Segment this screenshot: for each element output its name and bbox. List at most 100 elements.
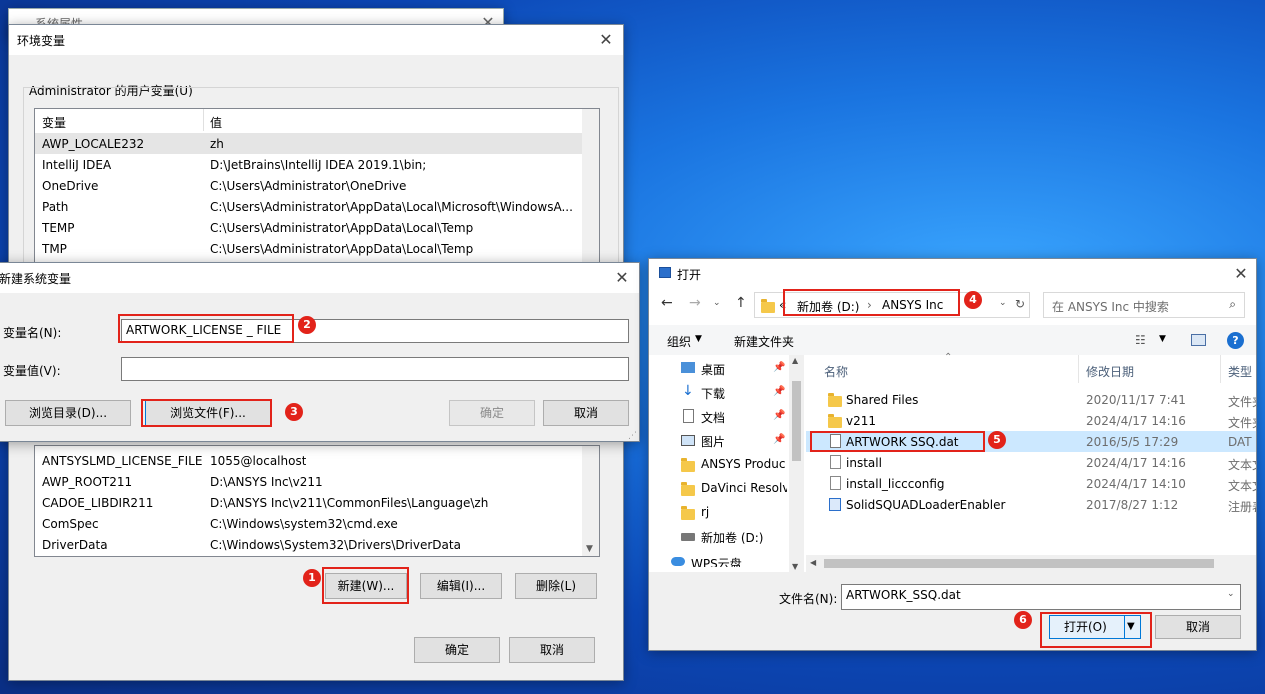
scroll-up-icon[interactable]: ▲ [792, 356, 798, 365]
file-name[interactable]: install [846, 456, 882, 470]
pin-icon[interactable]: 📌 [773, 362, 785, 373]
column-header-type[interactable]: 类型 [1228, 363, 1252, 380]
delete-variable-button[interactable]: 删除(L) [515, 573, 597, 599]
breadcrumb-overflow[interactable]: « [779, 298, 786, 312]
preview-pane-icon[interactable] [1191, 334, 1206, 346]
search-icon[interactable]: ⌕ [1229, 297, 1236, 312]
chevron-down-icon[interactable]: ⌄ [999, 298, 1007, 308]
user-var-name[interactable]: AWP_LOCALE232 [42, 137, 144, 151]
pin-icon[interactable]: 📌 [773, 410, 785, 421]
system-var-value[interactable]: D:\ANSYS Inc\v211\CommonFiles\Language\z… [210, 496, 488, 510]
env-cancel-button[interactable]: 取消 [509, 637, 595, 663]
user-vars-scrollbar[interactable] [582, 109, 599, 267]
nav-item-wps-cloud[interactable]: WPS云盘 [691, 555, 742, 567]
search-box[interactable]: 在 ANSYS Inc 中搜索 ⌕ [1043, 292, 1245, 318]
nav-item-pictures[interactable]: 图片 [701, 433, 725, 450]
nav-item-desktop[interactable]: 桌面 [701, 361, 725, 378]
filename-input[interactable]: ARTWORK_SSQ.dat [841, 584, 1241, 610]
user-var-value[interactable]: C:\Users\Administrator\AppData\Local\Tem… [210, 242, 473, 256]
nav-item-documents[interactable]: 文档 [701, 409, 725, 426]
pin-icon[interactable]: 📌 [773, 386, 785, 397]
scroll-down-icon[interactable]: ▼ [792, 562, 798, 571]
user-var-name[interactable]: Path [42, 200, 68, 214]
organize-menu[interactable]: 组织 [667, 333, 691, 350]
system-var-name[interactable]: ComSpec [42, 517, 99, 531]
open-button[interactable]: 打开(O) ▼ [1049, 615, 1141, 639]
recent-chevron-icon[interactable]: ⌄ [713, 298, 721, 308]
scroll-left-icon[interactable]: ◀ [810, 558, 816, 567]
file-name[interactable]: Shared Files [846, 393, 918, 407]
nav-item-rj[interactable]: rj [701, 505, 709, 519]
nav-item-ansys[interactable]: ANSYS Produc [701, 457, 787, 471]
nav-item-drive-d[interactable]: 新加卷 (D:) [701, 529, 763, 546]
chevron-down-icon[interactable]: ▼ [1127, 616, 1135, 638]
system-var-name[interactable]: CADOE_LIBDIR211 [42, 496, 153, 510]
system-var-name[interactable]: DriverData [42, 538, 108, 552]
user-var-value[interactable]: C:\Users\Administrator\AppData\Local\Mic… [210, 200, 576, 214]
column-header-variable[interactable]: 变量 [42, 114, 66, 131]
column-header-name[interactable]: 名称 [824, 363, 848, 380]
variable-value-input[interactable] [121, 357, 629, 381]
forward-arrow-icon[interactable]: → [689, 295, 701, 311]
up-arrow-icon[interactable]: ↑ [735, 295, 747, 311]
scroll-down-icon[interactable]: ▼ [586, 544, 593, 554]
new-var-ok-button[interactable]: 确定 [449, 400, 535, 426]
new-system-variable-dialog: 新建系统变量 ✕ 变量名(N): ARTWORK_LICENSE _ FILE … [0, 262, 640, 442]
user-var-name[interactable]: OneDrive [42, 179, 98, 193]
breadcrumb-drive[interactable]: 新加卷 (D:) [797, 298, 859, 315]
system-var-value[interactable]: C:\Windows\System32\Drivers\DriverData [210, 538, 461, 552]
system-vars-list[interactable]: ANTSYSLMD_LICENSE_FILE 1055@localhost AW… [34, 445, 600, 557]
new-var-cancel-button[interactable]: 取消 [543, 400, 629, 426]
back-arrow-icon[interactable]: ← [661, 295, 673, 311]
system-var-name[interactable]: AWP_ROOT211 [42, 475, 132, 489]
view-options-icon[interactable]: ☷ [1135, 333, 1146, 347]
open-cancel-button[interactable]: 取消 [1155, 615, 1241, 639]
nav-scrollbar[interactable]: ▲ ▼ [789, 355, 804, 572]
column-header-value[interactable]: 值 [210, 114, 222, 131]
chevron-down-icon[interactable]: ⌄ [1227, 589, 1235, 599]
close-icon[interactable]: ✕ [595, 29, 617, 51]
user-var-name[interactable]: IntelliJ IDEA [42, 158, 111, 172]
nav-scroll-thumb[interactable] [792, 381, 801, 461]
browse-file-button[interactable]: 浏览文件(F)... [145, 400, 271, 426]
file-list-hscrollbar[interactable]: ◀ [806, 555, 1256, 572]
nav-item-downloads[interactable]: 下载 [701, 385, 725, 402]
user-var-value[interactable]: D:\JetBrains\IntelliJ IDEA 2019.1\bin; [210, 158, 426, 172]
pin-icon[interactable]: 📌 [773, 434, 785, 445]
system-var-value[interactable]: 1055@localhost [210, 454, 306, 468]
edit-variable-button[interactable]: 编辑(I)... [420, 573, 502, 599]
system-var-name[interactable]: ANTSYSLMD_LICENSE_FILE [42, 454, 202, 468]
file-name[interactable]: v211 [846, 414, 876, 428]
browse-directory-button[interactable]: 浏览目录(D)... [5, 400, 131, 426]
user-var-name[interactable]: TEMP [42, 221, 75, 235]
user-var-value[interactable]: C:\Users\Administrator\OneDrive [210, 179, 406, 193]
file-list-scroll-thumb[interactable] [824, 559, 1214, 568]
system-var-value[interactable]: D:\ANSYS Inc\v211 [210, 475, 323, 489]
file-name[interactable]: ARTWORK SSQ.dat [846, 435, 959, 449]
nav-item-davinci[interactable]: DaVinci Resolv [701, 481, 787, 495]
address-bar[interactable]: « 新加卷 (D:) › ANSYS Inc ⌄ ↻ [754, 292, 1030, 318]
new-folder-button[interactable]: 新建文件夹 [734, 333, 794, 350]
breadcrumb-folder[interactable]: ANSYS Inc [882, 298, 943, 312]
file-name[interactable]: SolidSQUADLoaderEnabler [846, 498, 1005, 512]
user-var-name[interactable]: TMP [42, 242, 67, 256]
close-icon[interactable]: ✕ [611, 267, 633, 289]
resize-grip-icon[interactable]: ⋰ [628, 431, 637, 441]
chevron-down-icon[interactable]: ▼ [1159, 334, 1166, 344]
chevron-down-icon[interactable]: ▼ [695, 334, 702, 344]
close-icon[interactable]: ✕ [1230, 263, 1252, 285]
filename-label: 文件名(N): [779, 592, 838, 606]
user-vars-list[interactable]: 变量 值 AWP_LOCALE232 zh IntelliJ IDEA D:\J… [34, 108, 600, 268]
refresh-icon[interactable]: ↻ [1015, 297, 1025, 311]
user-var-value[interactable]: C:\Users\Administrator\AppData\Local\Tem… [210, 221, 473, 235]
help-icon[interactable]: ? [1227, 332, 1244, 349]
user-var-value[interactable]: zh [210, 137, 224, 151]
system-vars-scrollbar[interactable]: ▼ [582, 446, 599, 556]
column-header-date[interactable]: 修改日期 [1086, 363, 1134, 380]
file-name[interactable]: install_liccconfig [846, 477, 945, 491]
env-ok-button[interactable]: 确定 [414, 637, 500, 663]
variable-name-input[interactable]: ARTWORK_LICENSE _ FILE [121, 319, 629, 343]
desktop-icon [681, 362, 695, 373]
new-variable-button[interactable]: 新建(W)... [325, 573, 407, 599]
system-var-value[interactable]: C:\Windows\system32\cmd.exe [210, 517, 398, 531]
